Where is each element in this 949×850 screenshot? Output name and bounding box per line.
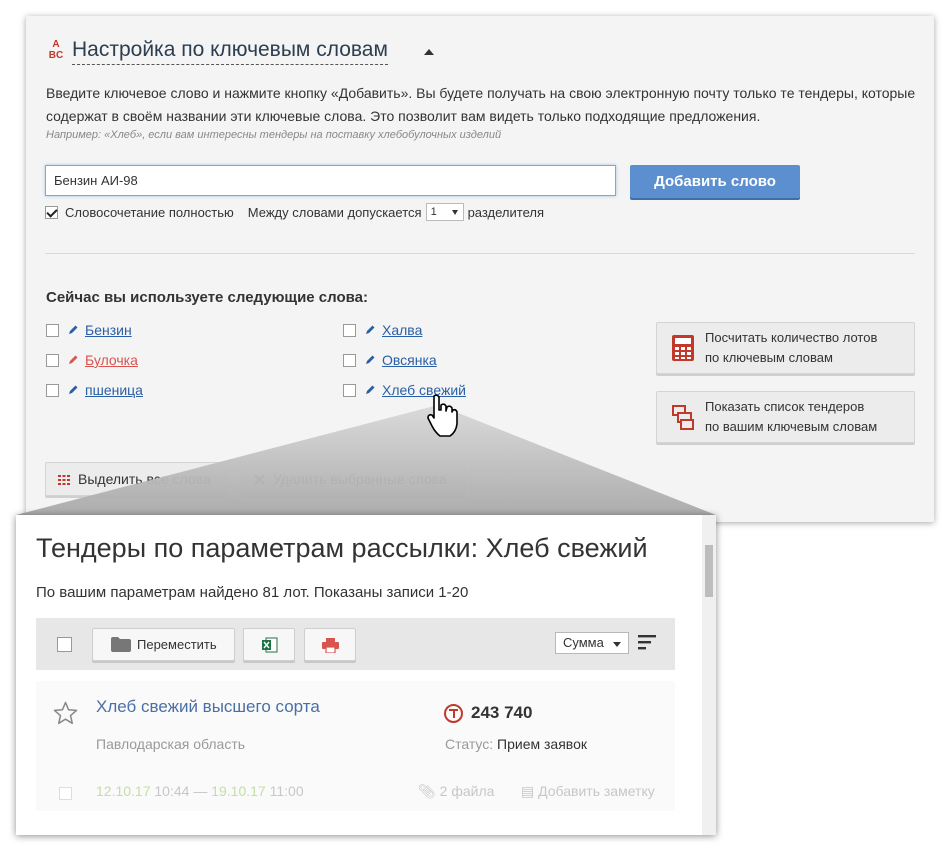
options-row: Словосочетание полностью Между словами д… (45, 203, 544, 221)
status-label: Статус: (445, 736, 494, 752)
keyword-input[interactable] (45, 165, 616, 196)
popup-title: Тендеры по параметрам рассылки: Хлеб све… (36, 533, 648, 563)
tender-status: Статус: Прием заявок (445, 736, 587, 752)
word-item: Бензин (46, 322, 132, 338)
select-all-label: Выделить все слова (78, 471, 211, 487)
tender-checkbox[interactable] (59, 787, 72, 800)
tender-files[interactable]: 📎︎ 2 файла (418, 783, 494, 800)
tender-row: Хлеб свежий высшего сорта Павлодарская о… (36, 681, 675, 811)
grid-icon (58, 475, 70, 485)
export-excel-button[interactable] (243, 628, 295, 661)
results-toolbar: Переместить Сумма (36, 618, 675, 670)
date-from: 12.10.17 (96, 783, 151, 799)
pencil-icon[interactable] (67, 324, 79, 336)
count-lots-label: Посчитать количество лотов по ключевым с… (705, 328, 877, 368)
price-value: 243 740 (471, 703, 533, 722)
word-checkbox[interactable] (46, 383, 59, 397)
word-link[interactable]: Халва (382, 322, 422, 338)
separators-label: Между словами допускается (247, 204, 422, 220)
separators-suffix: разделителя (467, 204, 545, 220)
show-tenders-line2: по вашим ключевым словам (705, 419, 878, 434)
separators-select[interactable]: 1 (425, 203, 464, 221)
word-checkbox[interactable] (46, 323, 59, 337)
status-value: Прием заявок (497, 736, 587, 752)
word-link[interactable]: пшеница (85, 382, 143, 398)
excel-icon (262, 637, 278, 653)
word-link[interactable]: Булочка (85, 352, 138, 368)
select-all-button[interactable]: Выделить все слова (45, 462, 226, 496)
delete-selected-label: Удалить выбранные слова (273, 471, 447, 487)
word-item: пшеница (46, 382, 143, 398)
show-tenders-line1: Показать список тендеров (705, 399, 865, 414)
add-word-button[interactable]: Добавить слово (630, 165, 800, 198)
pencil-icon[interactable] (67, 354, 79, 366)
tender-title-link[interactable]: Хлеб свежий высшего сорта (96, 697, 320, 717)
collapse-caret-icon[interactable] (424, 49, 434, 55)
word-item: Булочка (46, 352, 138, 368)
add-note-link[interactable]: ▤ Добавить заметку (521, 783, 655, 800)
words-title: Сейчас вы используете следующие слова: (46, 289, 369, 306)
intro-text: Введите ключевое слово и нажмите кнопку … (46, 85, 916, 124)
files-label: 2 файла (439, 783, 495, 799)
word-link[interactable]: Овсянка (382, 352, 437, 368)
add-note-label: Добавить заметку (538, 783, 655, 799)
documents-icon (672, 405, 694, 430)
scrollbar-thumb[interactable] (705, 545, 713, 597)
divider (45, 253, 915, 254)
move-label: Переместить (137, 637, 217, 652)
calculator-icon (672, 335, 694, 361)
word-checkbox[interactable] (343, 323, 356, 337)
printer-icon (322, 638, 339, 653)
sort-select[interactable]: Сумма (555, 632, 629, 654)
tenders-popup: Тендеры по параметрам рассылки: Хлеб све… (16, 515, 716, 835)
example-text: Например: «Хлеб», если вам интересны тен… (46, 129, 502, 141)
star-icon[interactable] (53, 701, 78, 725)
tender-price: 243 740 (444, 703, 532, 723)
date-to: 19.10.17 (211, 783, 266, 799)
time-from: 10:44 — (154, 783, 208, 799)
delete-selected-button[interactable]: Удалить выбранные слова (240, 462, 465, 496)
time-to: 11:00 (269, 783, 304, 799)
full-phrase-label: Словосочетание полностью (65, 204, 234, 220)
word-item: Хлеб свежий (343, 382, 466, 398)
pencil-icon[interactable] (364, 384, 376, 396)
abc-icon: A BC (48, 39, 64, 61)
word-checkbox[interactable] (46, 353, 59, 367)
pencil-icon[interactable] (364, 354, 376, 366)
word-checkbox[interactable] (343, 353, 356, 367)
sort-select-value: Сумма (563, 635, 604, 650)
pencil-icon[interactable] (67, 384, 79, 396)
scrollbar[interactable] (702, 515, 716, 835)
panel-title[interactable]: Настройка по ключевым словам (72, 38, 388, 65)
count-lots-line2: по ключевым словам (705, 350, 833, 365)
tender-region: Павлодарская область (96, 736, 246, 752)
word-item: Овсянка (343, 352, 437, 368)
show-tenders-button[interactable]: Показать список тендеров по вашим ключев… (656, 391, 915, 443)
tenge-icon (444, 703, 463, 723)
word-checkbox[interactable] (343, 383, 356, 397)
note-icon: ▤ (521, 783, 535, 799)
close-icon (254, 474, 265, 485)
results-summary: По вашим параметрам найдено 81 лот. Пока… (36, 584, 469, 601)
move-button[interactable]: Переместить (92, 628, 235, 661)
word-item: Халва (343, 322, 422, 338)
full-phrase-checkbox[interactable] (45, 205, 58, 219)
tender-dates: 12.10.17 10:44 — 19.10.17 11:00 (96, 783, 304, 799)
sort-order-icon[interactable] (638, 634, 656, 650)
keyword-settings-panel: A BC Настройка по ключевым словам Введите… (26, 16, 934, 522)
print-button[interactable] (304, 628, 356, 661)
show-tenders-label: Показать список тендеров по вашим ключев… (705, 397, 877, 437)
chevron-down-icon (613, 642, 621, 647)
pencil-icon[interactable] (364, 324, 376, 336)
word-link[interactable]: Хлеб свежий (382, 382, 466, 398)
count-lots-button[interactable]: Посчитать количество лотов по ключевым с… (656, 322, 915, 374)
paperclip-icon: 📎︎ (418, 783, 436, 799)
select-all-checkbox[interactable] (57, 637, 72, 652)
word-link[interactable]: Бензин (85, 322, 132, 338)
folder-icon (111, 637, 131, 652)
count-lots-line1: Посчитать количество лотов (705, 330, 878, 345)
